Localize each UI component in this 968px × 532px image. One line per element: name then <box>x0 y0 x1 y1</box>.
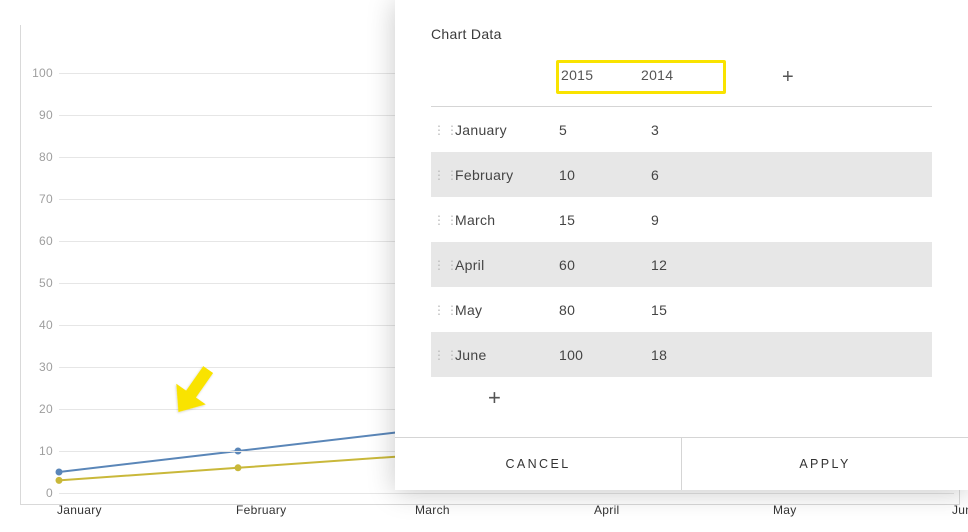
y-axis-tick-label: 40 <box>25 318 53 332</box>
data-point <box>56 477 63 484</box>
value-cell-series-1[interactable]: 80 <box>559 302 651 318</box>
value-cell-series-2[interactable]: 15 <box>651 302 743 318</box>
panel-title: Chart Data <box>431 26 932 42</box>
month-cell[interactable]: April <box>455 257 559 273</box>
x-axis-tick-label: April <box>594 503 620 517</box>
drag-handle-icon[interactable]: ⋮⋮ <box>431 303 455 317</box>
y-axis-tick-label: 20 <box>25 402 53 416</box>
data-point <box>56 469 63 476</box>
value-cell-series-1[interactable]: 10 <box>559 167 651 183</box>
table-row: ⋮⋮March159 <box>431 197 932 242</box>
value-cell-series-1[interactable]: 60 <box>559 257 651 273</box>
data-point <box>235 464 242 471</box>
month-cell[interactable]: February <box>455 167 559 183</box>
y-axis-tick-label: 30 <box>25 360 53 374</box>
value-cell-series-2[interactable]: 18 <box>651 347 743 363</box>
series-header-1[interactable]: 2015 <box>561 67 641 83</box>
series-headers-highlight: 2015 2014 <box>556 60 726 94</box>
value-cell-series-2[interactable]: 3 <box>651 122 743 138</box>
y-axis-tick-label: 10 <box>25 444 53 458</box>
x-axis-tick-label: January <box>57 503 102 517</box>
table-row: ⋮⋮May8015 <box>431 287 932 332</box>
value-cell-series-2[interactable]: 6 <box>651 167 743 183</box>
value-cell-series-1[interactable]: 100 <box>559 347 651 363</box>
column-headers: 2015 2014 + <box>431 54 932 107</box>
x-axis-tick-label: June <box>952 503 968 517</box>
drag-handle-icon[interactable]: ⋮⋮ <box>431 213 455 227</box>
chart-data-panel: Chart Data 2015 2014 + ⋮⋮January53⋮⋮Febr… <box>395 0 968 490</box>
month-cell[interactable]: June <box>455 347 559 363</box>
drag-handle-icon[interactable]: ⋮⋮ <box>431 348 455 362</box>
table-row: ⋮⋮June10018 <box>431 332 932 377</box>
value-cell-series-2[interactable]: 12 <box>651 257 743 273</box>
table-row: ⋮⋮January53 <box>431 107 932 152</box>
y-axis-tick-label: 80 <box>25 150 53 164</box>
series-header-2[interactable]: 2014 <box>641 67 721 83</box>
apply-button[interactable]: APPLY <box>681 438 968 490</box>
x-axis-tick-label: March <box>415 503 450 517</box>
panel-action-bar: CANCEL APPLY <box>395 437 968 490</box>
y-axis-tick-label: 50 <box>25 276 53 290</box>
month-cell[interactable]: May <box>455 302 559 318</box>
add-series-button[interactable]: + <box>782 67 794 87</box>
drag-handle-icon[interactable]: ⋮⋮ <box>431 123 455 137</box>
cancel-button[interactable]: CANCEL <box>395 438 681 490</box>
month-cell[interactable]: March <box>455 212 559 228</box>
value-cell-series-1[interactable]: 15 <box>559 212 651 228</box>
table-row: ⋮⋮April6012 <box>431 242 932 287</box>
add-row-area: + <box>431 377 932 419</box>
data-rows: ⋮⋮January53⋮⋮February106⋮⋮March159⋮⋮Apri… <box>431 107 932 377</box>
add-row-button[interactable]: + <box>488 385 501 411</box>
value-cell-series-1[interactable]: 5 <box>559 122 651 138</box>
table-row: ⋮⋮February106 <box>431 152 932 197</box>
y-axis-tick-label: 60 <box>25 234 53 248</box>
y-axis-tick-label: 100 <box>25 66 53 80</box>
gridline <box>59 493 954 494</box>
drag-handle-icon[interactable]: ⋮⋮ <box>431 168 455 182</box>
y-axis-tick-label: 70 <box>25 192 53 206</box>
value-cell-series-2[interactable]: 9 <box>651 212 743 228</box>
month-cell[interactable]: January <box>455 122 559 138</box>
x-axis-tick-label: May <box>773 503 797 517</box>
drag-handle-icon[interactable]: ⋮⋮ <box>431 258 455 272</box>
y-axis-tick-label: 0 <box>25 486 53 500</box>
y-axis-tick-label: 90 <box>25 108 53 122</box>
x-axis-tick-label: February <box>236 503 286 517</box>
